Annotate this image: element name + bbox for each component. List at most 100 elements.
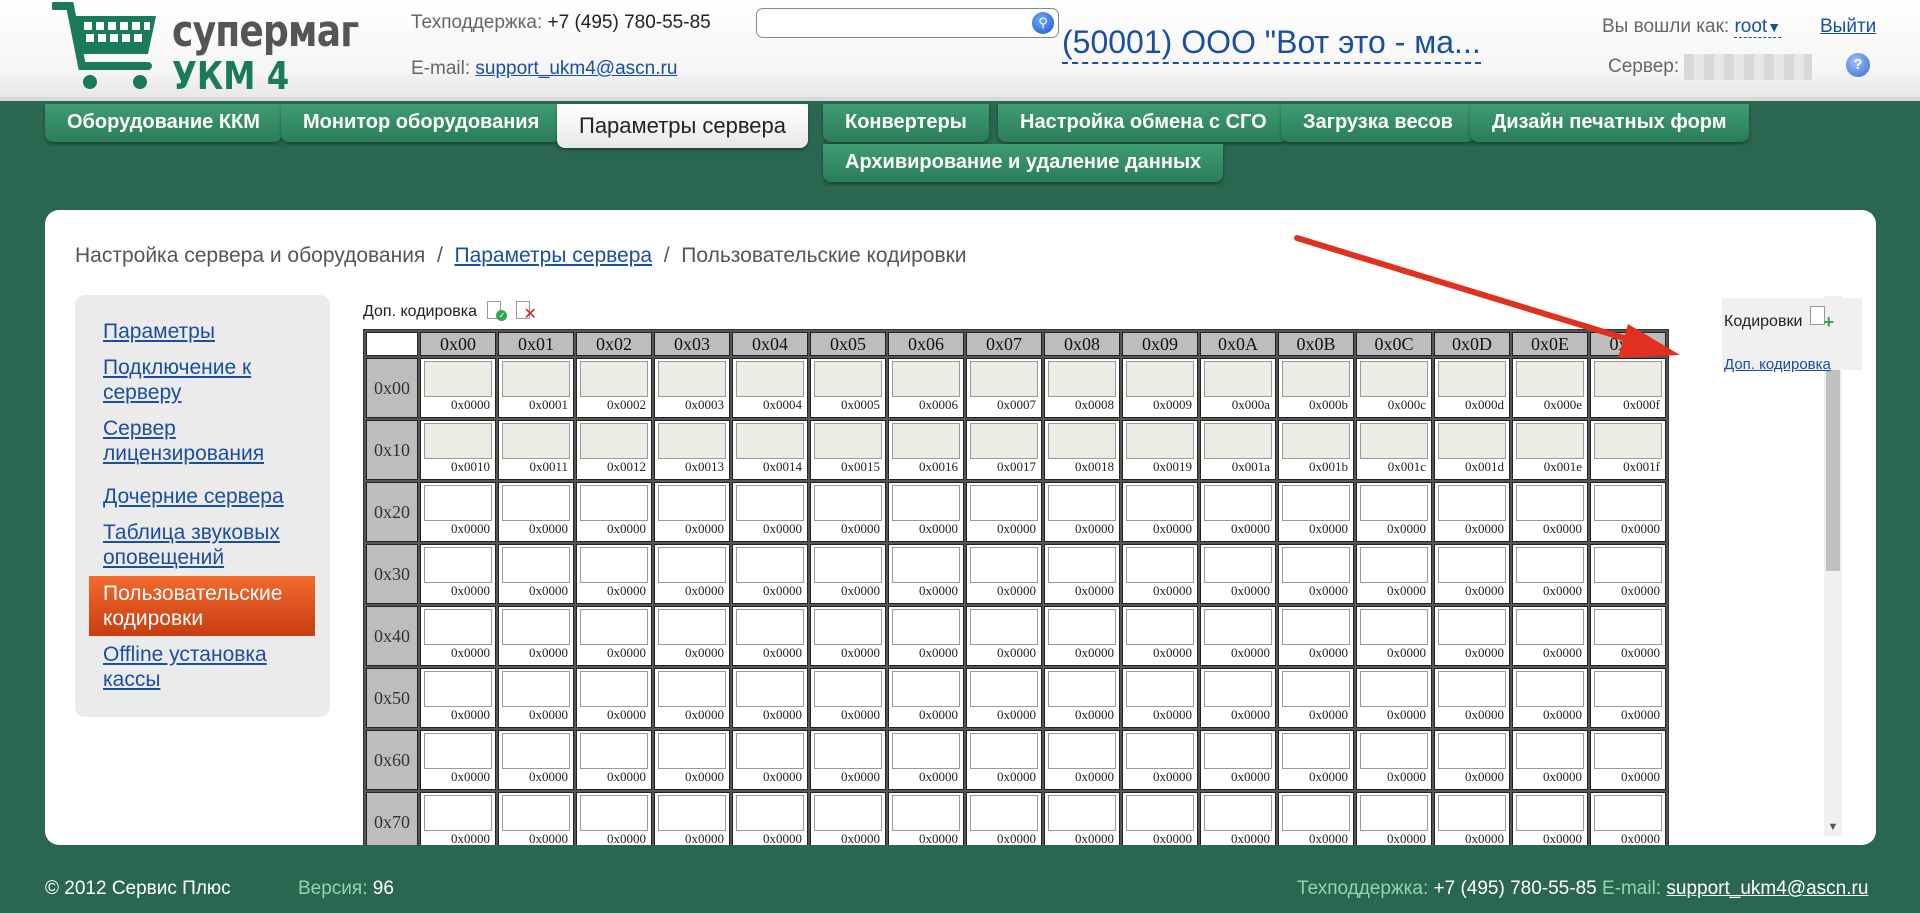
encoding-cell[interactable]: 0x0012 bbox=[576, 420, 652, 480]
encoding-cell[interactable]: 0x0000 bbox=[732, 482, 808, 542]
char-input[interactable] bbox=[1594, 485, 1662, 521]
encoding-cell[interactable]: 0x0000 bbox=[732, 792, 808, 845]
char-input[interactable] bbox=[424, 361, 492, 397]
encoding-cell[interactable]: 0x0000 bbox=[1434, 606, 1510, 666]
tab-print-forms-design[interactable]: Дизайн печатных форм bbox=[1470, 104, 1749, 142]
encoding-cell[interactable]: 0x0000 bbox=[654, 544, 730, 604]
char-input[interactable] bbox=[970, 795, 1038, 831]
encoding-cell[interactable]: 0x0000 bbox=[1122, 482, 1198, 542]
char-input[interactable] bbox=[1594, 733, 1662, 769]
encoding-cell[interactable]: 0x0000 bbox=[1356, 606, 1432, 666]
encoding-cell[interactable]: 0x0000 bbox=[1278, 668, 1354, 728]
encoding-cell[interactable]: 0x0000 bbox=[1200, 544, 1276, 604]
encoding-cell[interactable]: 0x000d bbox=[1434, 358, 1510, 418]
user-menu[interactable]: root▼ bbox=[1734, 16, 1782, 38]
encoding-cell[interactable]: 0x0000 bbox=[654, 606, 730, 666]
char-input[interactable] bbox=[814, 547, 882, 583]
char-input[interactable] bbox=[1282, 671, 1350, 707]
char-input[interactable] bbox=[1048, 423, 1116, 459]
encoding-cell[interactable]: 0x001a bbox=[1200, 420, 1276, 480]
encoding-cell[interactable]: 0x0000 bbox=[888, 730, 964, 790]
char-input[interactable] bbox=[658, 795, 726, 831]
help-icon[interactable]: ? bbox=[1846, 53, 1870, 77]
char-input[interactable] bbox=[502, 795, 570, 831]
char-input[interactable] bbox=[970, 423, 1038, 459]
char-input[interactable] bbox=[1204, 361, 1272, 397]
encoding-cell[interactable]: 0x0000 bbox=[498, 544, 574, 604]
sidebar-item-licensing-server[interactable]: Сервер лицензирования bbox=[89, 416, 315, 466]
encoding-cell[interactable]: 0x0000 bbox=[1200, 668, 1276, 728]
encoding-cell[interactable]: 0x0000 bbox=[810, 482, 886, 542]
encoding-cell[interactable]: 0x0005 bbox=[810, 358, 886, 418]
save-encoding-icon[interactable]: ✓ bbox=[487, 301, 508, 321]
encoding-cell[interactable]: 0x0017 bbox=[966, 420, 1042, 480]
encoding-cell[interactable]: 0x0000 bbox=[732, 544, 808, 604]
encoding-cell[interactable]: 0x0000 bbox=[1200, 792, 1276, 845]
encoding-cell[interactable]: 0x0000 bbox=[1122, 792, 1198, 845]
encoding-cell[interactable]: 0x0000 bbox=[1278, 544, 1354, 604]
tab-server-params[interactable]: Параметры сервера bbox=[557, 104, 809, 148]
char-input[interactable] bbox=[1594, 361, 1662, 397]
char-input[interactable] bbox=[1360, 609, 1428, 645]
encoding-cell[interactable]: 0x0000 bbox=[966, 482, 1042, 542]
char-input[interactable] bbox=[580, 485, 648, 521]
encoding-cell[interactable]: 0x0000 bbox=[1356, 668, 1432, 728]
encoding-cell[interactable]: 0x0015 bbox=[810, 420, 886, 480]
scrollbar[interactable]: ▲ ▼ bbox=[1824, 296, 1842, 836]
char-input[interactable] bbox=[1204, 795, 1272, 831]
logout-link[interactable]: Выйти bbox=[1820, 16, 1876, 38]
encoding-cell[interactable]: 0x0000 bbox=[1590, 730, 1666, 790]
encoding-cell[interactable]: 0x0009 bbox=[1122, 358, 1198, 418]
encoding-cell[interactable]: 0x0000 bbox=[420, 606, 496, 666]
encoding-cell[interactable]: 0x0000 bbox=[498, 792, 574, 845]
encoding-cell[interactable]: 0x0000 bbox=[966, 792, 1042, 845]
char-input[interactable] bbox=[1282, 609, 1350, 645]
search-icon[interactable]: ⚲ bbox=[1032, 12, 1054, 34]
char-input[interactable] bbox=[1282, 361, 1350, 397]
encoding-cell[interactable]: 0x0000 bbox=[420, 730, 496, 790]
char-input[interactable] bbox=[658, 671, 726, 707]
logo[interactable]: супермаг УКМ 4 bbox=[52, 2, 359, 98]
encoding-cell[interactable]: 0x0000 bbox=[576, 544, 652, 604]
char-input[interactable] bbox=[1438, 671, 1506, 707]
encoding-cell[interactable]: 0x0000 bbox=[1512, 730, 1588, 790]
encoding-cell[interactable]: 0x0000 bbox=[1512, 668, 1588, 728]
encoding-cell[interactable]: 0x0000 bbox=[1434, 792, 1510, 845]
char-input[interactable] bbox=[1438, 733, 1506, 769]
char-input[interactable] bbox=[580, 609, 648, 645]
encoding-cell[interactable]: 0x0000 bbox=[498, 482, 574, 542]
char-input[interactable] bbox=[970, 361, 1038, 397]
char-input[interactable] bbox=[424, 671, 492, 707]
char-input[interactable] bbox=[970, 671, 1038, 707]
char-input[interactable] bbox=[1438, 609, 1506, 645]
char-input[interactable] bbox=[1204, 423, 1272, 459]
char-input[interactable] bbox=[892, 423, 960, 459]
encoding-cell[interactable]: 0x0000 bbox=[966, 606, 1042, 666]
char-input[interactable] bbox=[1360, 485, 1428, 521]
char-input[interactable] bbox=[502, 671, 570, 707]
char-input[interactable] bbox=[1126, 361, 1194, 397]
encoding-cell[interactable]: 0x0000 bbox=[1044, 482, 1120, 542]
encoding-cell[interactable]: 0x0000 bbox=[1122, 668, 1198, 728]
search-input[interactable]: ⚲ bbox=[756, 8, 1059, 38]
sidebar-item-server-connection[interactable]: Подключение к серверу bbox=[89, 355, 315, 405]
char-input[interactable] bbox=[580, 795, 648, 831]
char-input[interactable] bbox=[736, 423, 804, 459]
encoding-cell[interactable]: 0x0000 bbox=[732, 668, 808, 728]
char-input[interactable] bbox=[1516, 485, 1584, 521]
char-input[interactable] bbox=[502, 423, 570, 459]
encoding-list-item[interactable]: Доп. кодировка bbox=[1724, 356, 1831, 373]
char-input[interactable] bbox=[502, 547, 570, 583]
encoding-cell[interactable]: 0x0001 bbox=[498, 358, 574, 418]
char-input[interactable] bbox=[658, 361, 726, 397]
char-input[interactable] bbox=[814, 733, 882, 769]
encoding-cell[interactable]: 0x0013 bbox=[654, 420, 730, 480]
encoding-cell[interactable]: 0x0000 bbox=[654, 668, 730, 728]
char-input[interactable] bbox=[814, 423, 882, 459]
char-input[interactable] bbox=[736, 733, 804, 769]
char-input[interactable] bbox=[1438, 795, 1506, 831]
encoding-cell[interactable]: 0x000b bbox=[1278, 358, 1354, 418]
encoding-cell[interactable]: 0x000a bbox=[1200, 358, 1276, 418]
encoding-cell[interactable]: 0x0000 bbox=[1512, 544, 1588, 604]
char-input[interactable] bbox=[814, 609, 882, 645]
